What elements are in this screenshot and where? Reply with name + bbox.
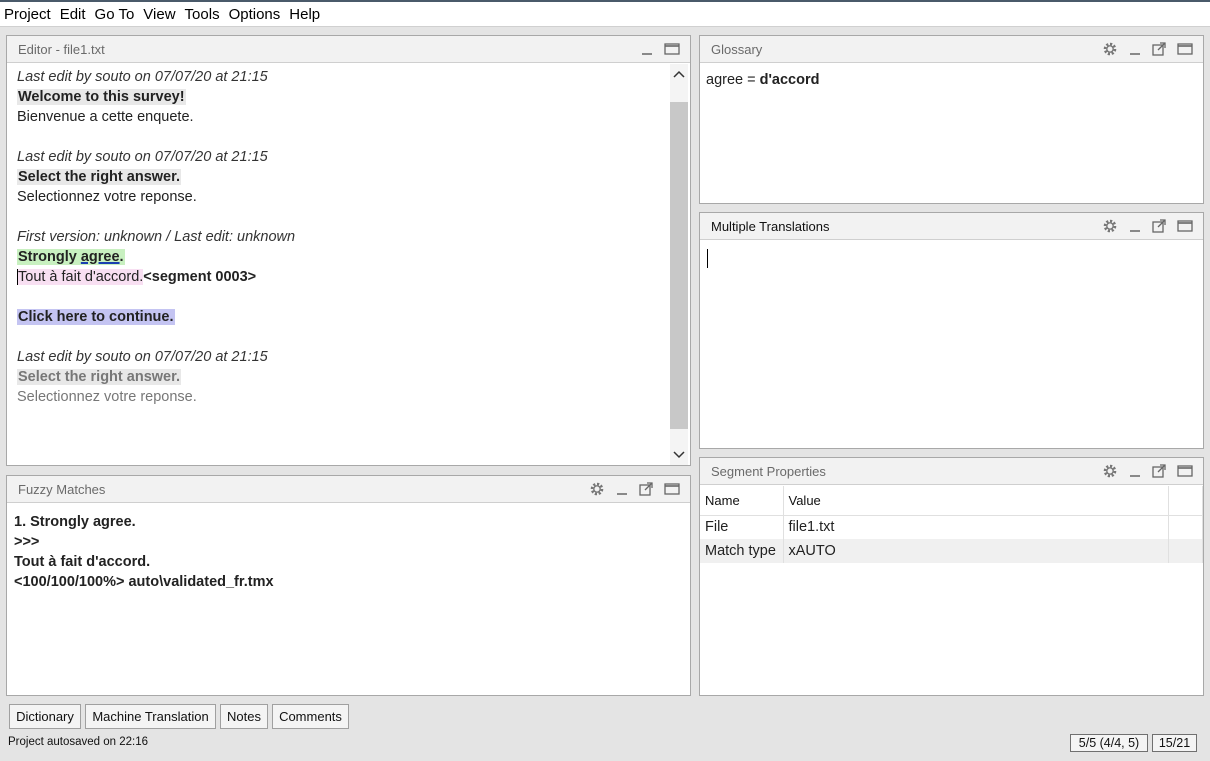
fuzzy-match-target: Tout à fait d'accord. — [14, 554, 151, 570]
glossary-title: Glossary — [711, 41, 763, 57]
editor-header: Editor - file1.txt — [7, 36, 690, 63]
undock-icon[interactable] — [1151, 218, 1168, 235]
properties-table: Name Value File file1.txt Match type xAU… — [700, 486, 1203, 563]
column-header-name[interactable]: Name — [700, 486, 784, 515]
property-extra — [1168, 539, 1203, 563]
property-value: file1.txt — [783, 515, 1169, 539]
segment-properties-title: Segment Properties — [711, 463, 826, 479]
segment-meta: Last edit by souto on 07/07/20 at 21:15 — [17, 149, 268, 165]
table-row[interactable]: File file1.txt — [700, 515, 1203, 539]
segment-source[interactable]: Select the right answer. — [17, 369, 181, 385]
multiple-translations-header: Multiple Translations — [700, 213, 1203, 240]
menu-edit[interactable]: Edit — [56, 2, 91, 27]
glossary-header: Glossary — [700, 36, 1203, 63]
segment-source[interactable]: Welcome to this survey! — [17, 89, 186, 105]
menu-options[interactable]: Options — [225, 2, 286, 27]
undock-icon[interactable] — [1151, 463, 1168, 480]
menu-project[interactable]: Project — [0, 2, 56, 27]
segment-meta: Last edit by souto on 07/07/20 at 21:15 — [17, 69, 268, 85]
fuzzy-matches-header: Fuzzy Matches — [7, 476, 690, 503]
progress-indicator[interactable]: 5/5 (4/4, 5) — [1070, 734, 1148, 752]
menu-tools[interactable]: Tools — [181, 2, 225, 27]
property-name: File — [700, 515, 784, 539]
scroll-down-icon[interactable] — [670, 445, 688, 465]
minimize-icon[interactable] — [638, 41, 655, 58]
editor-body[interactable]: Last edit by souto on 07/07/20 at 21:15 … — [7, 64, 690, 465]
segment-properties-pane: Segment Properties Name Value File file1… — [699, 457, 1204, 696]
fuzzy-match-source: 1. Strongly agree. — [14, 514, 136, 530]
bottom-tab-bar: Dictionary Machine Translation Notes Com… — [0, 702, 1210, 730]
segment-meta: Last edit by souto on 07/07/20 at 21:15 — [17, 349, 268, 365]
tab-notes[interactable]: Notes — [220, 704, 268, 729]
segment-target[interactable]: Bienvenue a cette enquete. — [17, 109, 194, 125]
status-message: Project autosaved on 22:16 — [8, 736, 149, 748]
column-header-extra — [1168, 486, 1203, 515]
property-name: Match type — [700, 539, 784, 563]
segment-properties-body: Name Value File file1.txt Match type xAU… — [700, 486, 1203, 695]
gear-icon[interactable] — [1101, 41, 1118, 58]
active-segment-source[interactable]: Strongly agree. — [17, 249, 125, 265]
segment-target[interactable]: Selectionnez votre reponse. — [17, 389, 197, 405]
segment-source[interactable]: Select the right answer. — [17, 169, 181, 185]
minimize-icon[interactable] — [1126, 463, 1143, 480]
property-extra — [1168, 515, 1203, 539]
fuzzy-matches-pane: Fuzzy Matches 1. Strongly agree. >>> Tou… — [6, 475, 691, 696]
maximize-icon[interactable] — [1176, 218, 1193, 235]
table-row[interactable]: Match type xAUTO — [700, 539, 1203, 563]
scroll-up-icon[interactable] — [670, 64, 688, 84]
undock-icon[interactable] — [638, 481, 655, 498]
tab-dictionary[interactable]: Dictionary — [9, 704, 81, 729]
glossary-translation: d'accord — [759, 72, 820, 88]
active-segment-meta: First version: unknown / Last edit: unkn… — [17, 229, 296, 245]
minimize-icon[interactable] — [613, 481, 630, 498]
segment-tag: <segment 0003> — [143, 269, 257, 285]
fuzzy-match-separator: >>> — [14, 534, 40, 550]
tab-machine-translation[interactable]: Machine Translation — [85, 704, 216, 729]
glossary-equals: = — [743, 72, 760, 88]
minimize-icon[interactable] — [1126, 218, 1143, 235]
glossary-pane: Glossary agree = d'accord — [699, 35, 1204, 204]
segment-count-indicator[interactable]: 15/21 — [1152, 734, 1197, 752]
multiple-translations-pane: Multiple Translations — [699, 212, 1204, 449]
multiple-translations-title: Multiple Translations — [711, 218, 830, 234]
column-header-value[interactable]: Value — [783, 486, 1169, 515]
source-punct: . — [119, 249, 124, 265]
minimize-icon[interactable] — [1126, 41, 1143, 58]
segment-properties-header: Segment Properties — [700, 458, 1203, 485]
segment-source[interactable]: Click here to continue. — [17, 309, 175, 325]
text-cursor — [707, 249, 708, 268]
table-header-row: Name Value — [700, 486, 1203, 515]
maximize-icon[interactable] — [663, 41, 680, 58]
menu-view[interactable]: View — [139, 2, 180, 27]
editor-scrollbar[interactable] — [670, 64, 688, 465]
maximize-icon[interactable] — [1176, 463, 1193, 480]
tab-comments[interactable]: Comments — [272, 704, 349, 729]
undock-icon[interactable] — [1151, 41, 1168, 58]
gear-icon[interactable] — [1101, 463, 1118, 480]
menu-bar: Project Edit Go To View Tools Options He… — [0, 2, 1210, 27]
segment-target[interactable]: Selectionnez votre reponse. — [17, 189, 197, 205]
glossary-body: agree = d'accord — [700, 64, 1203, 203]
gear-icon[interactable] — [1101, 218, 1118, 235]
glossary-term: agree — [706, 72, 744, 88]
glossary-term-highlight[interactable]: agree — [81, 249, 120, 265]
maximize-icon[interactable] — [663, 481, 680, 498]
maximize-icon[interactable] — [1176, 41, 1193, 58]
fuzzy-matches-body[interactable]: 1. Strongly agree. >>> Tout à fait d'acc… — [7, 504, 690, 695]
menu-go-to[interactable]: Go To — [91, 2, 140, 27]
active-segment-target[interactable]: Tout à fait d'accord. — [18, 269, 144, 285]
editor-title: Editor - file1.txt — [18, 41, 105, 57]
scroll-thumb[interactable] — [670, 102, 688, 429]
property-value: xAUTO — [783, 539, 1169, 563]
multiple-translations-body[interactable] — [700, 241, 1203, 448]
fuzzy-matches-title: Fuzzy Matches — [18, 481, 106, 497]
editor-pane: Editor - file1.txt Last edit by souto on… — [6, 35, 691, 466]
gear-icon[interactable] — [588, 481, 605, 498]
menu-help[interactable]: Help — [285, 2, 325, 27]
fuzzy-match-score: <100/100/100%> auto\validated_fr.tmx — [14, 574, 274, 590]
source-text: Strongly — [18, 249, 81, 265]
